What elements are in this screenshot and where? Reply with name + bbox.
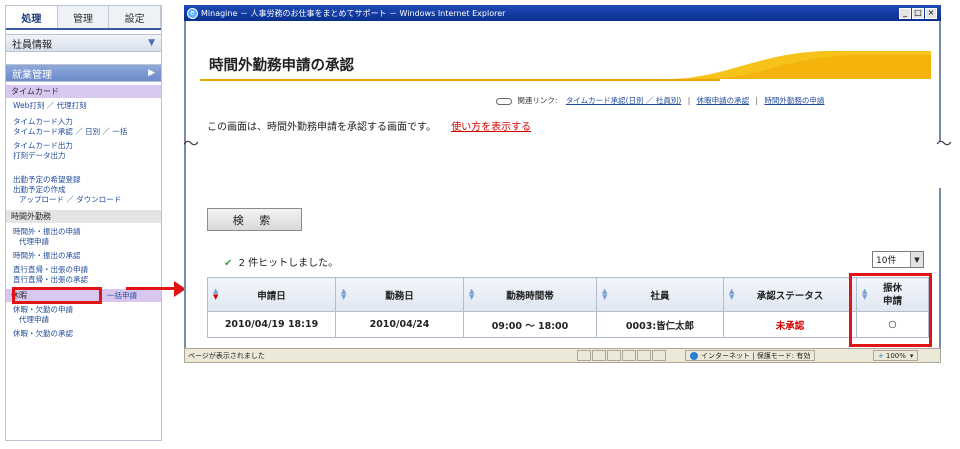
- sidebar: 処理 管理 設定 社員情報 ▼ 就業管理 ▶ タイムカード Web打刻 ／ 代理…: [5, 5, 162, 441]
- chevron-down-icon: ▼: [148, 38, 155, 48]
- page-description: この画面は、時間外勤務申請を承認する画面です。 使い方を表示する: [207, 118, 531, 133]
- dropdown-arrow-icon: ▼: [910, 252, 923, 267]
- status-text: ページが表示されました: [188, 351, 265, 360]
- callout-arrow-line: [126, 287, 178, 290]
- cell-employee: 0003:皆仁太郎: [596, 311, 724, 338]
- link-overtime-proxy[interactable]: 代理申請: [6, 237, 161, 247]
- howto-link[interactable]: 使い方を表示する: [451, 122, 531, 133]
- omission-tilde-left: ～: [183, 134, 200, 153]
- search-button[interactable]: 検 索: [207, 208, 302, 231]
- per-page-value: 10件: [876, 256, 897, 266]
- checkmark-icon: ✔: [224, 258, 233, 269]
- col-applied-date[interactable]: ▲ ▼ 申請日: [207, 277, 336, 312]
- maximize-button[interactable]: □: [912, 7, 924, 19]
- page-content: 時間外勤務申請の承認 関連リンク: タイムカード承認(日別 ／ 社員別) | 休…: [184, 21, 943, 348]
- related-link-overtime-request[interactable]: 時間外勤務の申請: [764, 96, 824, 105]
- link-upload-download[interactable]: アップロード ／ ダウンロード: [6, 195, 161, 205]
- cell-applied: 2010/04/19 18:19: [207, 311, 336, 338]
- zoom-control[interactable]: + 100% ▾: [873, 350, 919, 361]
- sidebar-tabs: 処理 管理 設定: [6, 6, 162, 30]
- link-bulk-request[interactable]: 一括申請: [107, 290, 137, 301]
- link-timecard-output[interactable]: タイムカード出力: [6, 141, 161, 151]
- related-link-leave-approve[interactable]: 休暇申請の承認: [697, 96, 750, 105]
- category-overtime: 時間外勤務: [6, 210, 161, 223]
- minimize-button[interactable]: _: [899, 7, 911, 19]
- sort-icon: ▲ ▼: [602, 287, 608, 301]
- link-overtime-request[interactable]: 時間外・振出の申請: [6, 227, 161, 237]
- tab-manage[interactable]: 管理: [58, 6, 110, 28]
- browser-statusbar: ページが表示されました インターネット | 保護モード: 有効 + 100% ▾: [184, 348, 941, 363]
- link-plan-create[interactable]: 出勤予定の作成: [6, 185, 161, 195]
- sort-icon: ▲ ▼: [213, 287, 219, 301]
- zoom-icon: +: [878, 351, 884, 360]
- link-timecard-approve[interactable]: タイムカード承認 ／ 日別 ／ 一括: [6, 127, 161, 137]
- work-mgmt-label: 就業管理: [12, 69, 52, 81]
- col-employee[interactable]: ▲ ▼ 社員: [596, 277, 724, 312]
- close-button[interactable]: ×: [925, 7, 937, 19]
- per-page-select[interactable]: 10件 ▼: [872, 251, 924, 268]
- cell-workday: 2010/04/24: [335, 311, 464, 338]
- link-stamp-data-output[interactable]: 打刻データ出力: [6, 151, 161, 161]
- table-row[interactable]: 2010/04/19 18:19 2010/04/24 09:00 ～ 18:0…: [207, 311, 929, 338]
- link-overtime-approve[interactable]: 時間外・振出の承認: [6, 251, 161, 261]
- related-link-timecard[interactable]: タイムカード承認(日別 ／ 社員別): [566, 96, 681, 105]
- security-zone[interactable]: インターネット | 保護モード: 有効: [685, 350, 816, 361]
- col-work-hours[interactable]: ▲ ▼ 勤務時間帯: [463, 277, 597, 312]
- omission-break: [186, 142, 943, 188]
- chevron-right-icon: ▶: [148, 68, 155, 78]
- zoom-dropdown-icon: ▾: [909, 351, 914, 360]
- results-table: ▲ ▼ 申請日 ▲ ▼ 勤務日 ▲ ▼ 勤務時間帯 ▲ ▼ 社員 ▲ ▼ 承認ステータス ▲ ▼ 振休申…: [207, 277, 929, 338]
- link-leave-request[interactable]: 休暇・欠勤の申請: [6, 305, 161, 315]
- category-timecard: タイムカード: [6, 85, 161, 98]
- page-title: 時間外勤務申請の承認: [209, 58, 354, 74]
- browser-window: e Minagine － 人事労務のお仕事をまとめてサポート － Windows…: [184, 5, 943, 363]
- link-web-stamp[interactable]: Web打刻 ／ 代理打刻: [6, 101, 161, 111]
- window-titlebar: e Minagine － 人事労務のお仕事をまとめてサポート － Windows…: [184, 5, 941, 21]
- table-header-row: ▲ ▼ 申請日 ▲ ▼ 勤務日 ▲ ▼ 勤務時間帯 ▲ ▼ 社員 ▲ ▼ 承認ステータス ▲ ▼ 振休申…: [207, 277, 929, 312]
- status-cells: [577, 350, 667, 361]
- related-links: 関連リンク: タイムカード承認(日別 ／ 社員別) | 休暇申請の承認 | 時間…: [496, 95, 824, 106]
- cell-hours: 09:00 ～ 18:00: [463, 311, 597, 338]
- omission-tilde-right: ～: [936, 134, 953, 153]
- hit-count-text: 2 件ヒットしました。: [238, 258, 339, 269]
- link-timecard-input[interactable]: タイムカード入力: [6, 117, 161, 127]
- sidebar-employee-info[interactable]: 社員情報 ▼: [6, 34, 161, 52]
- employee-info-label: 社員情報: [12, 39, 52, 51]
- highlight-box-overtime-request: [12, 287, 102, 304]
- related-label: 関連リンク:: [517, 96, 558, 105]
- cell-status: 未承認: [723, 311, 857, 338]
- sort-icon: ▲ ▼: [729, 287, 735, 301]
- col-workday[interactable]: ▲ ▼ 勤務日: [335, 277, 464, 312]
- tab-settings[interactable]: 設定: [109, 6, 162, 28]
- window-controls: _ □ ×: [899, 7, 941, 19]
- window-title: Minagine － 人事労務のお仕事をまとめてサポート － Windows I…: [201, 8, 506, 18]
- globe-icon: [690, 351, 698, 360]
- hit-count: ✔ 2 件ヒットしました。: [224, 254, 338, 269]
- link-chain-icon: [496, 97, 512, 105]
- header-swoosh: [666, 51, 931, 79]
- link-leave-proxy[interactable]: 代理申請: [6, 315, 161, 325]
- sort-icon: ▲ ▼: [341, 287, 347, 301]
- link-leave-approve[interactable]: 休暇・欠勤の承認: [6, 329, 161, 339]
- link-direct-approve[interactable]: 直行直帰・出張の承認: [6, 275, 161, 285]
- highlight-box-transfer-column: [849, 273, 932, 347]
- title-underline: [200, 79, 720, 81]
- ie-icon: e: [187, 7, 198, 19]
- link-plan-request[interactable]: 出勤予定の希望登録: [6, 175, 161, 185]
- tab-process[interactable]: 処理: [6, 6, 58, 28]
- sort-icon: ▲ ▼: [469, 287, 475, 301]
- sidebar-work-management[interactable]: 就業管理 ▶: [6, 64, 161, 82]
- description-text: この画面は、時間外勤務申請を承認する画面です。: [207, 122, 436, 133]
- link-direct-request[interactable]: 直行直帰・出張の申請: [6, 265, 161, 275]
- col-status[interactable]: ▲ ▼ 承認ステータス: [723, 277, 857, 312]
